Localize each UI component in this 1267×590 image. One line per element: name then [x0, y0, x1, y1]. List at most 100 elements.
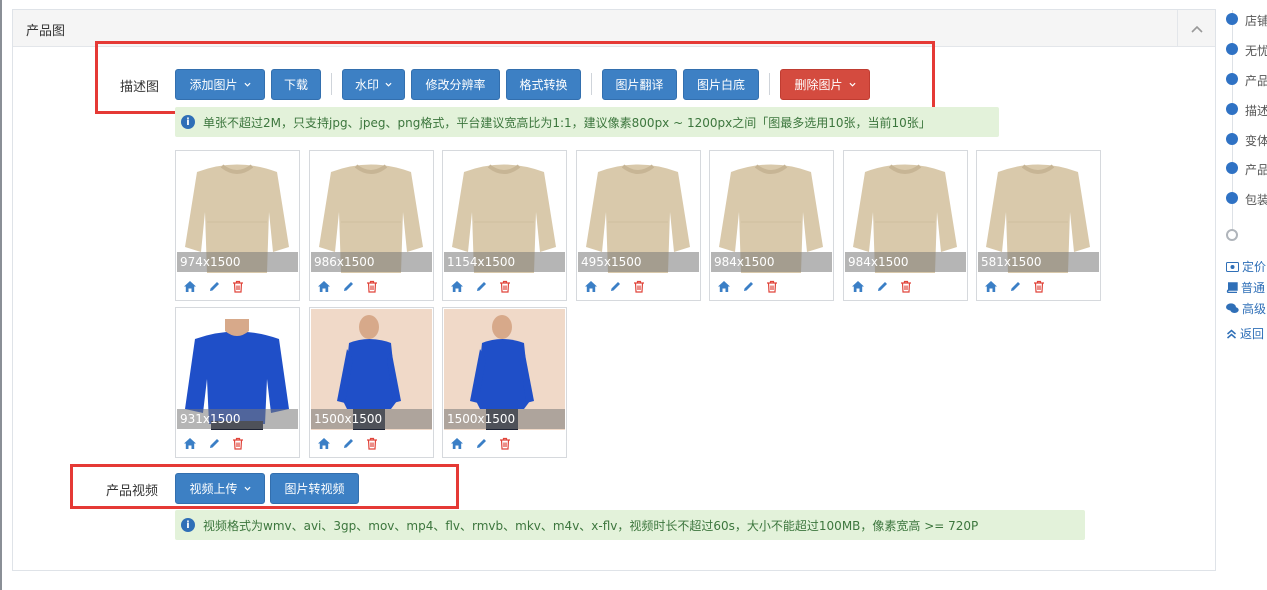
resize-button[interactable]: 修改分辨率	[411, 69, 500, 100]
chevron-down-icon	[243, 82, 251, 87]
format-convert-button[interactable]: 格式转换	[506, 69, 581, 100]
pencil-icon[interactable]	[874, 278, 890, 294]
side-link-normal[interactable]: 普通	[1226, 279, 1265, 296]
home-icon[interactable]	[449, 435, 465, 451]
white-background-label: 图片白底	[696, 78, 745, 92]
pencil-icon[interactable]	[740, 278, 756, 294]
trash-icon[interactable]	[364, 435, 380, 451]
add-image-label: 添加图片	[189, 78, 238, 92]
thumbnail-actions	[716, 278, 780, 294]
side-nav-item[interactable]: 店铺	[1245, 12, 1267, 29]
image-size-label: 1500x1500	[444, 409, 565, 429]
home-icon[interactable]	[449, 278, 465, 294]
resize-label: 修改分辨率	[425, 78, 486, 92]
side-link-label: 普通	[1241, 281, 1266, 295]
image-thumbnail[interactable]: 931x1500	[175, 307, 300, 458]
thumbnail-actions	[316, 435, 380, 451]
double-chevron-up-icon	[1227, 329, 1236, 339]
add-image-button[interactable]: 添加图片	[175, 69, 265, 100]
pencil-icon[interactable]	[607, 278, 623, 294]
image-size-label: 984x1500	[845, 252, 966, 272]
image-thumbnail[interactable]: 984x1500	[709, 150, 834, 301]
image-to-video-label: 图片转视频	[284, 482, 345, 496]
side-nav-item[interactable]: 产品	[1245, 72, 1267, 89]
side-link-pricing[interactable]: 定价	[1226, 258, 1266, 275]
pencil-icon[interactable]	[340, 435, 356, 451]
panel-title: 产品图	[26, 24, 66, 39]
thumbnail-actions	[983, 278, 1047, 294]
info-icon: i	[181, 518, 195, 532]
image-thumbnail[interactable]: 1154x1500	[442, 150, 567, 301]
thumbnail-actions	[850, 278, 914, 294]
trash-icon[interactable]	[364, 278, 380, 294]
divider	[769, 73, 770, 95]
home-icon[interactable]	[316, 278, 332, 294]
money-icon	[1226, 261, 1239, 272]
chevron-up-icon	[1190, 25, 1203, 33]
translate-image-button[interactable]: 图片翻译	[602, 69, 677, 100]
image-thumbnail[interactable]: 986x1500	[309, 150, 434, 301]
trash-icon[interactable]	[764, 278, 780, 294]
pencil-icon[interactable]	[206, 435, 222, 451]
pencil-icon[interactable]	[473, 435, 489, 451]
trash-icon[interactable]	[497, 435, 513, 451]
trash-icon[interactable]	[230, 278, 246, 294]
watermark-button[interactable]: 水印	[342, 69, 405, 100]
collapse-button[interactable]	[1177, 10, 1215, 47]
home-icon[interactable]	[583, 278, 599, 294]
home-icon[interactable]	[716, 278, 732, 294]
image-to-video-button[interactable]: 图片转视频	[270, 473, 359, 504]
thumbnail-actions	[182, 435, 246, 451]
delete-image-button[interactable]: 删除图片	[780, 69, 870, 100]
video-requirements-text: 视频格式为wmv、avi、3gp、mov、mp4、flv、rmvb、mkv、m4…	[203, 518, 979, 533]
trash-icon[interactable]	[230, 435, 246, 451]
side-nav-item[interactable]: 包装	[1245, 191, 1267, 208]
home-icon[interactable]	[182, 278, 198, 294]
side-nav-item[interactable]: 产品	[1245, 161, 1267, 178]
image-size-label: 581x1500	[978, 252, 1099, 272]
home-icon[interactable]	[850, 278, 866, 294]
trash-icon[interactable]	[898, 278, 914, 294]
pencil-icon[interactable]	[340, 278, 356, 294]
video-requirements-tip: i 视频格式为wmv、avi、3gp、mov、mp4、flv、rmvb、mkv、…	[175, 510, 1085, 540]
download-button[interactable]: 下载	[271, 69, 321, 100]
thumbnail-actions	[316, 278, 380, 294]
thumbnail-actions	[449, 278, 513, 294]
pencil-icon[interactable]	[1007, 278, 1023, 294]
home-icon[interactable]	[983, 278, 999, 294]
side-nav-item[interactable]: 变体	[1245, 132, 1267, 149]
book-icon	[1226, 282, 1238, 293]
image-requirements-tip: i 单张不超过2M，只支持jpg、jpeg、png格式，平台建议宽高比为1:1，…	[175, 107, 999, 137]
side-nav-dot	[1226, 13, 1238, 25]
image-requirements-text: 单张不超过2M，只支持jpg、jpeg、png格式，平台建议宽高比为1:1，建议…	[203, 115, 931, 130]
image-thumbnail[interactable]: 974x1500	[175, 150, 300, 301]
pencil-icon[interactable]	[206, 278, 222, 294]
left-edge	[0, 0, 2, 590]
side-link-advanced[interactable]: 高级	[1226, 300, 1266, 317]
trash-icon[interactable]	[1031, 278, 1047, 294]
image-thumbnail[interactable]: 1500x1500	[442, 307, 567, 458]
side-link-back[interactable]: 返回	[1226, 325, 1264, 342]
chevron-down-icon	[243, 486, 251, 491]
pencil-icon[interactable]	[473, 278, 489, 294]
trash-icon[interactable]	[631, 278, 647, 294]
image-thumbnail[interactable]: 581x1500	[976, 150, 1101, 301]
image-size-label: 986x1500	[311, 252, 432, 272]
image-thumbnail[interactable]: 1500x1500	[309, 307, 434, 458]
white-background-button[interactable]: 图片白底	[683, 69, 759, 100]
image-thumbnail[interactable]: 984x1500	[843, 150, 968, 301]
side-nav-dot	[1226, 103, 1238, 115]
upload-video-button[interactable]: 视频上传	[175, 473, 265, 504]
trash-icon[interactable]	[497, 278, 513, 294]
side-nav-dot	[1226, 73, 1238, 85]
side-nav-item[interactable]: 无忧	[1245, 42, 1267, 59]
video-label: 产品视频	[106, 484, 159, 499]
home-icon[interactable]	[316, 435, 332, 451]
side-nav-dot	[1226, 43, 1238, 55]
side-nav-dot	[1226, 133, 1238, 145]
watermark-label: 水印	[354, 78, 379, 92]
side-nav-item[interactable]: 描述	[1245, 102, 1267, 119]
image-thumbnail[interactable]: 495x1500	[576, 150, 701, 301]
home-icon[interactable]	[182, 435, 198, 451]
divider	[591, 73, 592, 95]
